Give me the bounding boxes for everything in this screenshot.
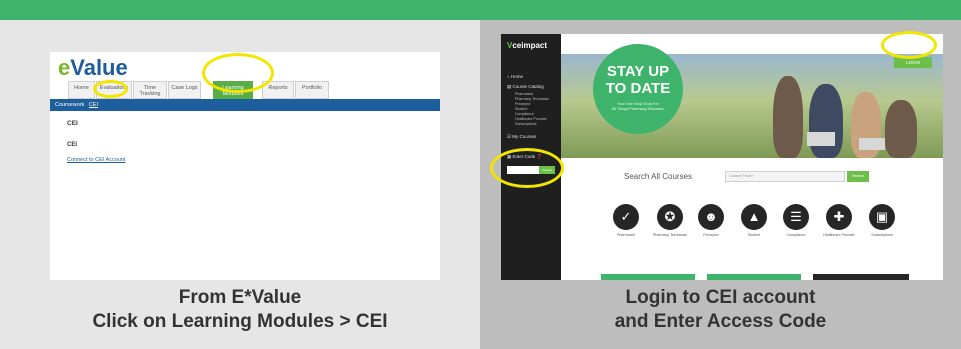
hero-photo-laptop — [807, 132, 835, 146]
highlight-circle-enter-code — [490, 148, 564, 188]
sidebar-item-my-courses[interactable]: ☑ My Courses — [507, 134, 536, 140]
people-icon: ☻ — [698, 204, 724, 230]
sidebar-item-course-catalog[interactable]: ▤ Course Catalog — [507, 84, 544, 90]
hero-headline-2: TO DATE — [605, 80, 671, 97]
ceimpact-logo: Vceimpact — [507, 41, 548, 50]
hero-photo-person — [773, 76, 803, 158]
category-subscriptions[interactable]: ▣ Subscriptions — [862, 204, 902, 238]
search-label: Search All Courses — [624, 172, 693, 181]
award-icon: ✪ — [657, 204, 683, 230]
page-title: CEI — [67, 120, 78, 127]
highlight-circle-login — [881, 31, 937, 59]
category-pharmacist[interactable]: ✓ Pharmacist — [606, 204, 646, 238]
category-healthcare-provider[interactable]: ✚ Healthcare Provider — [819, 204, 859, 238]
search-button[interactable]: Search — [847, 171, 869, 182]
highlight-circle-learning-modules — [202, 53, 274, 93]
sidebar-subitem[interactable]: Pharmacist — [515, 92, 533, 96]
footer-tile-green — [601, 274, 695, 280]
section-title: CEI — [67, 142, 78, 148]
subnav-label: Coursework — [55, 102, 85, 108]
hero-circle: STAY UP TO DATE Your One Stop Shop For A… — [593, 44, 683, 134]
evalue-logo: eValue — [58, 55, 128, 80]
left-instruction-panel: eValue Home Evaluations Time Tracking Ca… — [0, 20, 480, 349]
footer-tile-dark — [813, 274, 909, 280]
document-check-icon: ☰ — [783, 204, 809, 230]
highlight-circle-cei — [93, 80, 128, 98]
evalue-subnav-bar: Coursework CEI — [50, 99, 440, 111]
category-pharmacy-technician[interactable]: ✪ Pharmacy Technician — [650, 204, 690, 238]
breadcrumb-cei[interactable]: CEI — [89, 102, 98, 108]
sidebar-subitem[interactable]: Preceptor — [515, 102, 531, 106]
hero-tagline-2: All Things Pharmacy Education — [611, 107, 665, 111]
hero-headline-1: STAY UP — [606, 63, 670, 80]
sidebar-subitem[interactable]: Subscriptions — [515, 122, 537, 126]
sidebar-item-home[interactable]: ⌂ Home — [507, 74, 523, 79]
tab-home[interactable]: Home — [68, 81, 95, 99]
hero-photo-laptop — [859, 138, 885, 150]
provider-icon: ✚ — [826, 204, 852, 230]
graduation-cap-icon: ▲ — [741, 204, 767, 230]
sidebar-subitem[interactable]: Healthcare Provider — [515, 117, 547, 121]
left-caption-line-2: Click on Learning Modules > CEI — [92, 311, 388, 332]
footer-tile-green — [707, 274, 801, 280]
search-input[interactable]: Course Finder — [725, 171, 845, 182]
right-caption-line-1: Login to CEI account — [625, 287, 816, 308]
right-instruction-panel: Vceimpact ⌂ Home ▤ Course Catalog Pharma… — [480, 20, 961, 349]
right-caption-line-2: and Enter Access Code — [614, 311, 827, 332]
subscription-icon: ▣ — [869, 204, 895, 230]
sidebar-subitem[interactable]: Compliance — [515, 112, 534, 116]
ceimpact-screenshot: Vceimpact ⌂ Home ▤ Course Catalog Pharma… — [501, 34, 943, 280]
category-preceptor[interactable]: ☻ Preceptor — [691, 204, 731, 238]
left-caption-line-1: From E*Value — [178, 287, 302, 308]
top-green-banner — [0, 0, 961, 20]
checkmark-icon: ✓ — [613, 204, 639, 230]
category-student[interactable]: ▲ Student — [734, 204, 774, 238]
tab-portfolio[interactable]: Portfolio — [295, 81, 329, 99]
category-compliance[interactable]: ☰ Compliance — [776, 204, 816, 238]
sidebar-subitem[interactable]: Pharmacy Technician — [515, 97, 549, 101]
hero-photo-person — [809, 84, 843, 158]
tab-time-tracking[interactable]: Time Tracking — [133, 81, 167, 99]
tab-case-logs[interactable]: Case Logs — [168, 81, 201, 99]
sidebar-subitem[interactable]: Student — [515, 107, 527, 111]
hero-photo-person — [885, 100, 917, 158]
connect-cei-link[interactable]: Connect to CEI Account — [67, 157, 125, 163]
